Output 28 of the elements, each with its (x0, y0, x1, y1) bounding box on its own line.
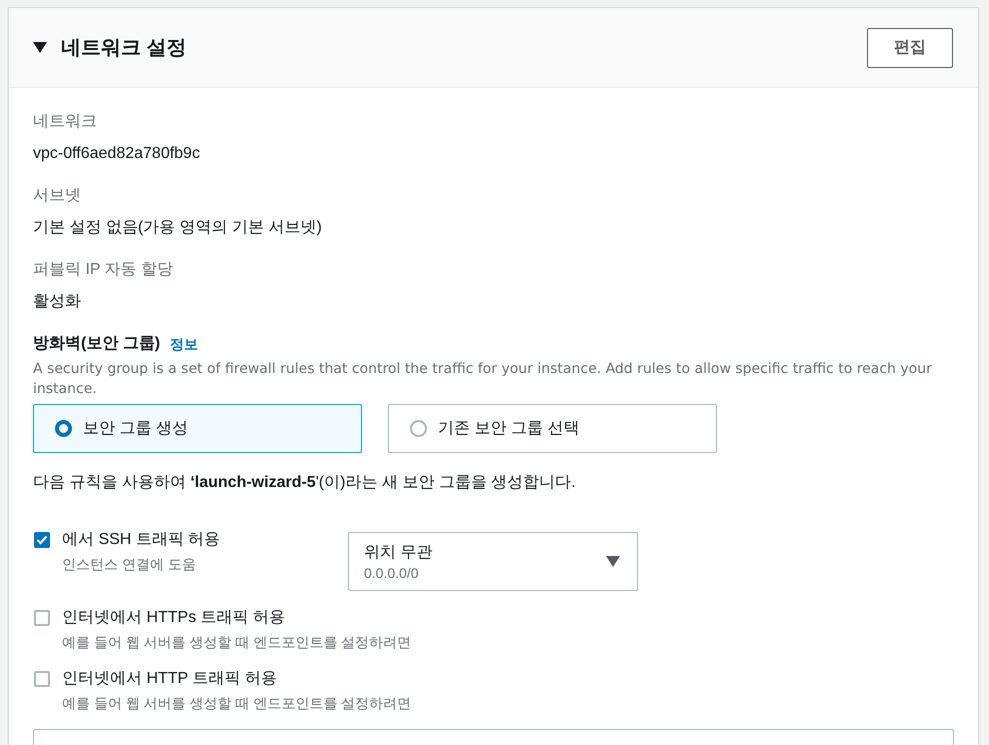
caret-down-icon[interactable] (33, 42, 47, 53)
checkbox-hint: 인스턴스 연결에 도움 (62, 555, 196, 574)
section-title: 방화벽(보안 그룹) (33, 334, 160, 354)
radio-tile[interactable]: 기존 보안 그룹 선택 (388, 404, 717, 453)
checkbox-label: 인터넷에서 HTTP 트래픽 허용 (62, 669, 277, 689)
checkbox-label: 에서 SSH 트래픽 허용 (62, 530, 220, 550)
source-dropdown[interactable]: 위치 무관 0.0.0.0/0 (348, 532, 638, 591)
edit-button[interactable]: 편집 (867, 28, 953, 68)
radio-tile[interactable]: 보안 그룹 생성 (33, 404, 362, 453)
checkbox-hint: 예를 들어 웹 서버를 생성할 때 엔드포인트를 설정하려면 (62, 633, 412, 652)
info-link[interactable]: 정보 (170, 334, 198, 354)
radio-icon[interactable] (55, 420, 72, 437)
field-value: vpc-0ff6aed82a780fb9c (33, 144, 200, 164)
checkbox-label: 인터넷에서 HTTPs 트래픽 허용 (62, 608, 286, 628)
field-value: 활성화 (33, 292, 81, 312)
section-description: A security group is a set of firewall rules that control the traffic for your instance. Add rules to allow specific traffic to reach your instance. (33, 360, 933, 399)
field-label: 서브넷 (33, 186, 81, 206)
rule-note: 다음 규칙을 사용하여 ‘launch-wizard-5'(이)라는 새 보안 그룹을 생성합니다. (33, 473, 576, 493)
field-label: 네트워크 (33, 112, 97, 132)
panel-title: 네트워크 설정 (61, 36, 187, 60)
checkbox[interactable] (34, 671, 50, 687)
checkbox-hint: 예를 들어 웹 서버를 생성할 때 엔드포인트를 설정하려면 (62, 694, 412, 713)
radio-icon[interactable] (410, 420, 427, 437)
checkbox[interactable] (34, 532, 50, 548)
field-label: 퍼블릭 IP 자동 할당 (33, 260, 174, 280)
field-value: 기본 설정 없음(가용 영역의 기본 서브넷) (33, 218, 322, 238)
caret-down-icon (606, 556, 620, 567)
checkbox[interactable] (34, 610, 50, 626)
